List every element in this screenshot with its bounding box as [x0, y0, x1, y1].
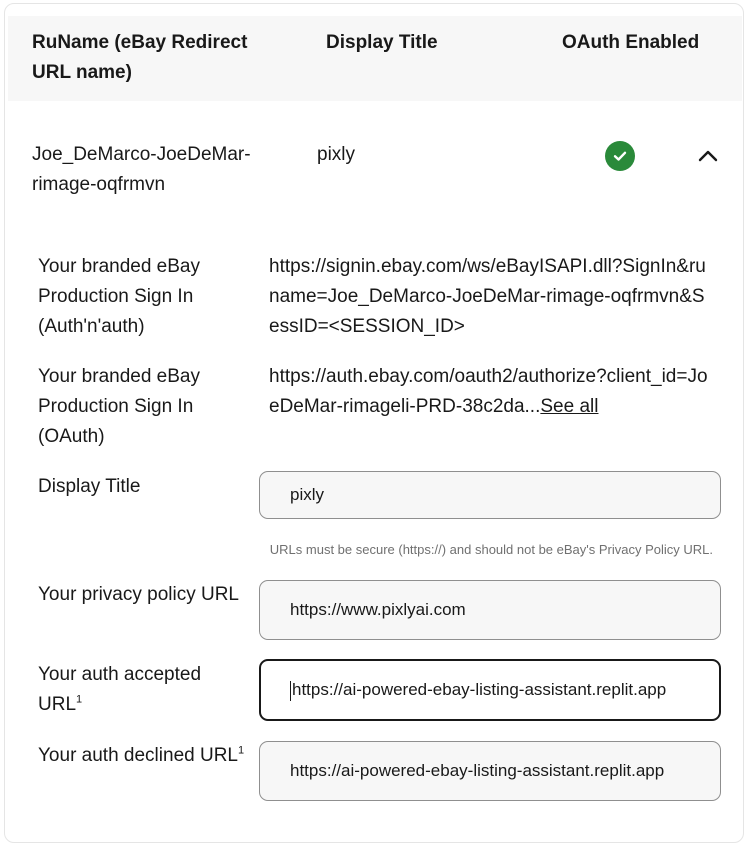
display-title-value: pixly	[317, 144, 356, 165]
chevron-up-icon[interactable]	[696, 144, 720, 168]
text-caret	[290, 680, 291, 701]
privacy-url-field[interactable]: https://www.pixlyai.com	[259, 580, 721, 640]
header-runame: RuName (eBay Redirect URL name)	[32, 32, 248, 83]
accepted-url-value: https://ai-powered-ebay-listing-assistan…	[292, 680, 667, 699]
display-title-field[interactable]: pixly	[259, 471, 721, 519]
declined-url-field[interactable]: https://ai-powered-ebay-listing-assistan…	[259, 741, 721, 801]
auth-n-auth-label: Your branded eBay Production Sign In (Au…	[38, 256, 200, 337]
footnote-marker: 1	[76, 693, 83, 706]
oauth-url-container: https://auth.ebay.com/oauth2/authorize?c…	[269, 362, 709, 422]
footnote-marker: 1	[238, 744, 245, 757]
privacy-url-label: Your privacy policy URL	[38, 584, 239, 605]
accepted-url-label-text: Your auth accepted URL	[38, 664, 202, 715]
check-circle-icon	[605, 141, 635, 171]
oauth-url: https://auth.ebay.com/oauth2/authorize?c…	[269, 366, 708, 417]
accepted-url-field[interactable]: https://ai-powered-ebay-listing-assistan…	[259, 659, 721, 721]
see-all-link[interactable]: See all	[540, 396, 598, 417]
auth-n-auth-url: https://signin.ebay.com/ws/eBayISAPI.dll…	[269, 256, 706, 337]
runame-value: Joe_DeMarco-JoeDeMar-rimage-oqfrmvn	[32, 144, 251, 195]
declined-url-label-text: Your auth declined URL	[38, 745, 238, 766]
display-title-label: Display Title	[38, 476, 141, 497]
header-display-title: Display Title	[326, 32, 438, 53]
accepted-url-label: Your auth accepted URL1	[38, 660, 248, 720]
header-oauth-enabled: OAuth Enabled	[562, 32, 700, 53]
oauth-label: Your branded eBay Production Sign In (OA…	[38, 366, 200, 447]
url-hint: URLs must be secure (https://) and shoul…	[269, 542, 713, 557]
table-header: RuName (eBay Redirect URL name) Display …	[8, 16, 742, 101]
declined-url-label: Your auth declined URL1	[38, 741, 248, 771]
